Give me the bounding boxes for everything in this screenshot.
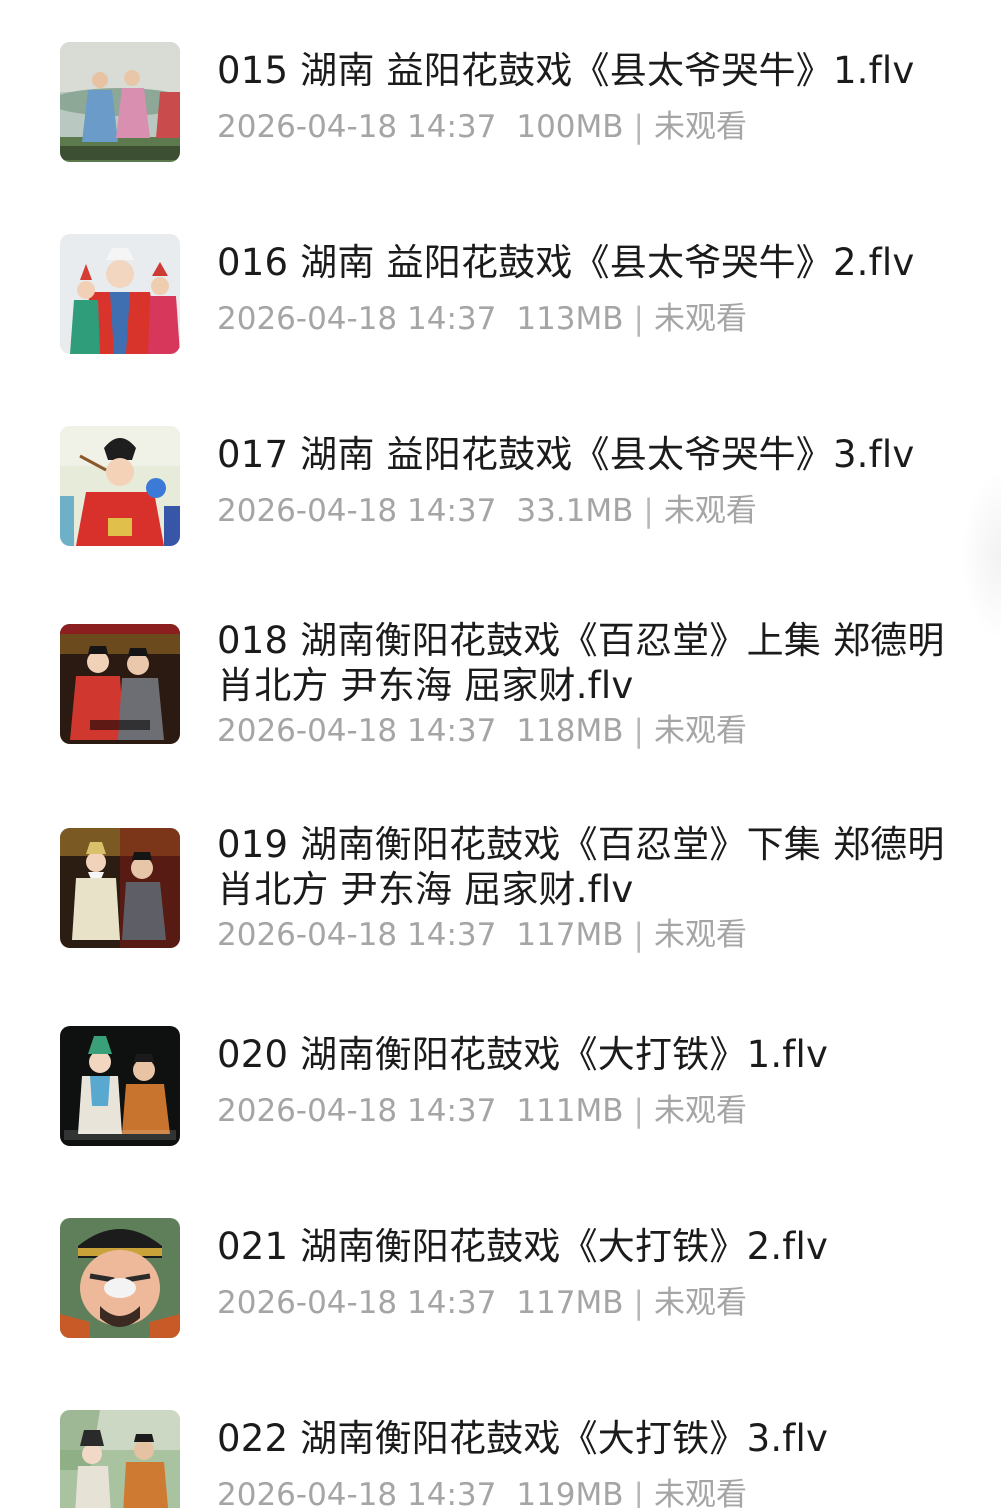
video-thumbnail[interactable] <box>60 1026 180 1146</box>
meta-separator: | <box>633 1093 644 1129</box>
watch-status: 未观看 <box>654 1285 747 1321</box>
watch-status: 未观看 <box>654 301 747 337</box>
file-size: 33.1MB <box>516 493 634 529</box>
watch-status: 未观看 <box>654 109 747 145</box>
file-date: 2026-04-18 14:37 <box>217 1477 497 1508</box>
file-meta: 2026-04-18 14:37 111MB | 未观看 <box>217 1091 747 1131</box>
file-size: 119MB <box>516 1477 624 1508</box>
video-thumbnail[interactable] <box>60 624 180 744</box>
file-title[interactable]: 021 湖南衡阳花鼓戏《大打铁》2.flv <box>217 1224 957 1269</box>
file-date: 2026-04-18 14:37 <box>217 1285 497 1321</box>
file-title[interactable]: 022 湖南衡阳花鼓戏《大打铁》3.flv <box>217 1416 957 1461</box>
file-meta: 2026-04-18 14:37 33.1MB | 未观看 <box>217 491 757 531</box>
watch-status: 未观看 <box>663 493 757 529</box>
meta-separator: | <box>633 1285 644 1321</box>
file-title[interactable]: 017 湖南 益阳花鼓戏《县太爷哭牛》3.flv <box>217 432 957 477</box>
scroll-edge-shadow <box>961 470 1001 640</box>
file-meta: 2026-04-18 14:37 117MB | 未观看 <box>217 1283 747 1323</box>
file-size: 117MB <box>516 917 624 953</box>
meta-separator: | <box>643 493 654 529</box>
meta-separator: | <box>633 301 644 337</box>
file-meta: 2026-04-18 14:37 117MB | 未观看 <box>217 915 747 955</box>
video-thumbnail[interactable] <box>60 1218 180 1338</box>
file-meta: 2026-04-18 14:37 119MB | 未观看 <box>217 1475 747 1508</box>
file-meta: 2026-04-18 14:37 118MB | 未观看 <box>217 711 747 751</box>
file-date: 2026-04-18 14:37 <box>217 917 497 953</box>
video-thumbnail[interactable] <box>60 426 180 546</box>
file-title[interactable]: 016 湖南 益阳花鼓戏《县太爷哭牛》2.flv <box>217 240 957 285</box>
file-size: 111MB <box>516 1093 624 1129</box>
file-date: 2026-04-18 14:37 <box>217 109 497 145</box>
file-size: 100MB <box>516 109 624 145</box>
file-title[interactable]: 015 湖南 益阳花鼓戏《县太爷哭牛》1.flv <box>217 48 957 93</box>
file-meta: 2026-04-18 14:37 100MB | 未观看 <box>217 107 747 147</box>
watch-status: 未观看 <box>654 713 747 749</box>
file-date: 2026-04-18 14:37 <box>217 713 497 749</box>
file-title[interactable]: 020 湖南衡阳花鼓戏《大打铁》1.flv <box>217 1032 957 1077</box>
video-thumbnail[interactable] <box>60 828 180 948</box>
video-file-list: 015 湖南 益阳花鼓戏《县太爷哭牛》1.flv 2026-04-18 14:3… <box>0 0 1001 1508</box>
meta-separator: | <box>633 917 644 953</box>
video-thumbnail[interactable] <box>60 1410 180 1508</box>
meta-separator: | <box>633 109 644 145</box>
watch-status: 未观看 <box>654 917 747 953</box>
video-thumbnail[interactable] <box>60 42 180 162</box>
file-date: 2026-04-18 14:37 <box>217 301 497 337</box>
file-size: 117MB <box>516 1285 624 1321</box>
meta-separator: | <box>633 1477 644 1508</box>
file-date: 2026-04-18 14:37 <box>217 1093 497 1129</box>
file-meta: 2026-04-18 14:37 113MB | 未观看 <box>217 299 747 339</box>
video-thumbnail[interactable] <box>60 234 180 354</box>
file-size: 118MB <box>516 713 624 749</box>
file-size: 113MB <box>516 301 624 337</box>
file-title[interactable]: 018 湖南衡阳花鼓戏《百忍堂》上集 郑德明 肖北方 尹东海 屈家财.flv <box>217 618 957 708</box>
watch-status: 未观看 <box>654 1477 747 1508</box>
file-title[interactable]: 019 湖南衡阳花鼓戏《百忍堂》下集 郑德明 肖北方 尹东海 屈家财.flv <box>217 822 957 912</box>
watch-status: 未观看 <box>654 1093 747 1129</box>
file-date: 2026-04-18 14:37 <box>217 493 497 529</box>
meta-separator: | <box>633 713 644 749</box>
